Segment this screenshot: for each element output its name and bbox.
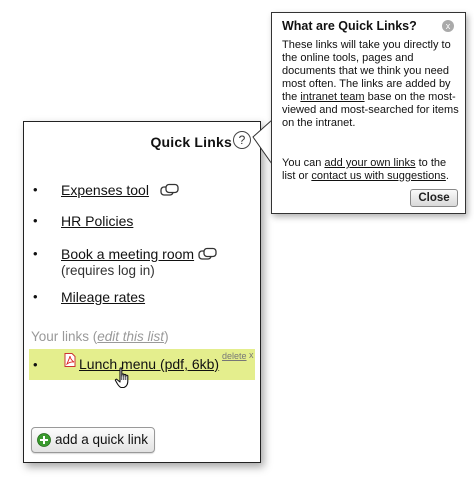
link-book-meeting-room[interactable]: Book a meeting room bbox=[61, 246, 194, 262]
your-links-label: Your links (edit this list) bbox=[31, 329, 169, 344]
pdf-icon bbox=[64, 353, 76, 367]
add-quick-link-label: add a quick link bbox=[55, 432, 149, 447]
delete-x-icon[interactable]: x bbox=[249, 350, 254, 360]
bullet: • bbox=[33, 182, 38, 197]
quick-links-panel: Quick Links ? • Expenses tool • HR Polic… bbox=[23, 121, 261, 463]
delete-link[interactable]: delete bbox=[222, 351, 247, 361]
link-hr-policies[interactable]: HR Policies bbox=[61, 213, 133, 229]
edit-list-link[interactable]: edit this list bbox=[97, 329, 164, 344]
link-expenses-tool[interactable]: Expenses tool bbox=[61, 182, 149, 198]
hand-cursor-icon bbox=[114, 367, 129, 389]
bullet: • bbox=[33, 213, 38, 228]
bullet: • bbox=[33, 357, 38, 372]
help-tooltip: What are Quick Links? x These links will… bbox=[271, 12, 466, 214]
panel-title: Quick Links bbox=[150, 134, 232, 150]
user-link-row: • Lunch menu (pdf, 6kb) delete x bbox=[29, 349, 255, 389]
tooltip-title: What are Quick Links? bbox=[282, 19, 417, 33]
link-lunch-menu[interactable]: Lunch menu (pdf, 6kb) bbox=[79, 356, 219, 372]
add-icon bbox=[37, 433, 51, 447]
external-window-icon[interactable] bbox=[160, 183, 180, 197]
requires-login-note: (requires log in) bbox=[61, 263, 155, 278]
bullet: • bbox=[33, 289, 38, 304]
external-window-icon[interactable] bbox=[198, 247, 218, 261]
add-quick-link-button[interactable]: add a quick link bbox=[31, 427, 155, 453]
close-button[interactable]: Close bbox=[410, 189, 458, 207]
tooltip-pointer bbox=[252, 120, 273, 166]
intranet-team-link[interactable]: intranet team bbox=[300, 91, 364, 103]
link-mileage-rates[interactable]: Mileage rates bbox=[61, 289, 145, 305]
tooltip-paragraph-1: These links will take you directly to th… bbox=[282, 39, 459, 129]
add-own-links-link[interactable]: add your own links bbox=[324, 157, 415, 169]
contact-us-link[interactable]: contact us with suggestions bbox=[311, 170, 446, 182]
close-icon[interactable]: x bbox=[442, 20, 454, 32]
help-icon[interactable]: ? bbox=[233, 131, 251, 149]
bullet: • bbox=[33, 246, 38, 261]
tooltip-paragraph-2: You can add your own links to the list o… bbox=[282, 157, 449, 182]
